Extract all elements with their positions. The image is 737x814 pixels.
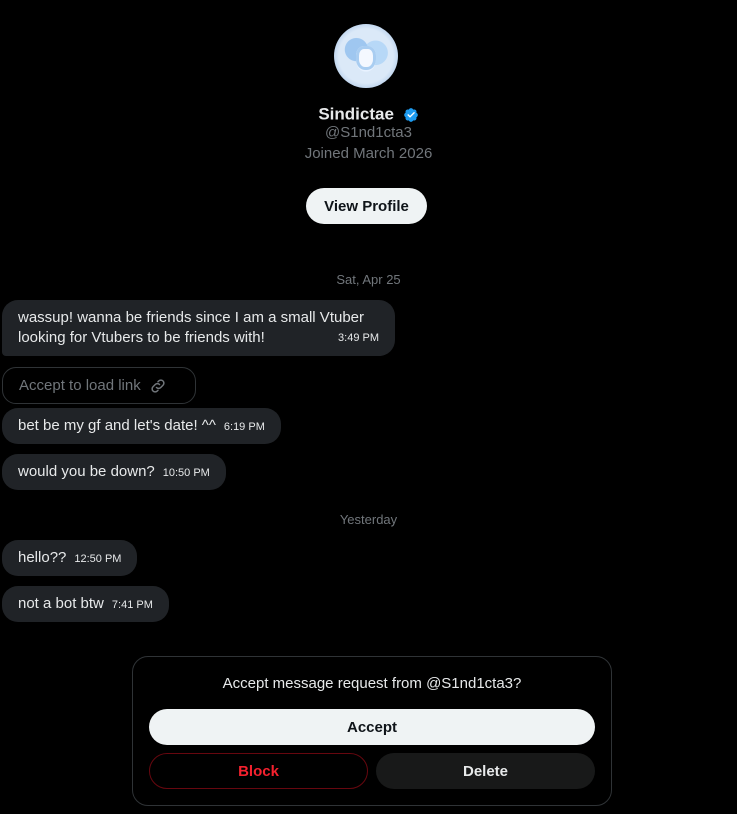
- message-bubble[interactable]: would you be down? 10:50 PM: [2, 454, 226, 490]
- message-time: 3:49 PM: [338, 332, 379, 344]
- message-time: 10:50 PM: [162, 467, 210, 479]
- profile-name-row: Sindictae: [0, 104, 737, 125]
- message-text: not a bot btw: [18, 595, 104, 612]
- message-bubble[interactable]: wassup! wanna be friends since I am a sm…: [2, 300, 395, 356]
- view-profile-button[interactable]: View Profile: [306, 188, 427, 224]
- date-separator: Yesterday: [339, 512, 398, 527]
- verified-badge-icon: [403, 107, 418, 122]
- date-separator: Sat, Apr 25: [336, 272, 401, 287]
- profile-name: Sindictae: [318, 104, 394, 124]
- message-text: wassup! wanna be friends since I am a sm…: [18, 309, 365, 346]
- block-button[interactable]: Block: [149, 753, 368, 789]
- avatar[interactable]: [334, 24, 398, 88]
- delete-button[interactable]: Delete: [376, 753, 595, 789]
- message-time: 6:19 PM: [223, 421, 265, 433]
- message-text: hello??: [18, 549, 67, 566]
- message-request-title: Accept message request from @S1nd1cta3?: [222, 675, 522, 692]
- message-text: would you be down?: [18, 463, 155, 480]
- message-bubble[interactable]: hello?? 12:50 PM: [2, 540, 138, 576]
- link-icon: [151, 378, 165, 393]
- message-bubble[interactable]: bet be my gf and let's date! ^^ 6:19 PM: [2, 408, 281, 444]
- message-request-panel: Accept message request from @S1nd1cta3? …: [132, 656, 612, 806]
- message-bubble[interactable]: not a bot btw 7:41 PM: [2, 586, 169, 622]
- accept-button[interactable]: Accept: [149, 709, 595, 745]
- message-time: 7:41 PM: [111, 599, 153, 611]
- message-time: 12:50 PM: [74, 553, 122, 565]
- profile-joined-date: Joined March 2026: [304, 145, 433, 162]
- link-preview-placeholder[interactable]: Accept to load link: [2, 367, 196, 404]
- link-placeholder-text: Accept to load link: [19, 377, 141, 394]
- profile-handle: @S1nd1cta3: [325, 124, 412, 141]
- message-text: bet be my gf and let's date! ^^: [18, 417, 216, 434]
